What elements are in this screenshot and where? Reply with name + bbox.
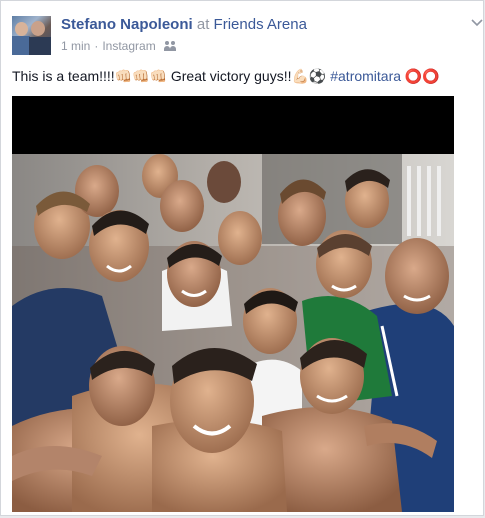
post-text-main: This is a team!!!!👊🏻👊🏻👊🏻 Great victory g… [12,68,331,84]
avatar-face-left [15,22,28,36]
timestamp-link[interactable]: 1 min [61,39,90,53]
team-selfie-photo [12,96,454,512]
post-text-end: ⭕⭕ [401,68,440,84]
author-name-link[interactable]: Stefano Napoleoni [61,16,193,33]
at-label: at [196,16,210,33]
people-icon[interactable] [163,41,176,51]
author-avatar[interactable] [12,16,51,55]
chevron-down-icon[interactable] [471,15,483,27]
post-photo[interactable] [12,96,454,512]
source-link[interactable]: Instagram [102,39,155,53]
post-header: Stefano Napoleoni at Friends Arena [61,16,307,33]
avatar-shirt-right [29,37,51,55]
avatar-face-right [31,21,45,36]
meta-separator: · [94,39,99,53]
post-text: This is a team!!!!👊🏻👊🏻👊🏻 Great victory g… [12,67,480,85]
post-meta: 1 min · Instagram [61,39,176,53]
post-card: Stefano Napoleoni at Friends Arena 1 min… [0,0,484,516]
avatar-shirt-left [12,36,30,55]
hashtag-link[interactable]: #atromitara [330,68,401,84]
place-link[interactable]: Friends Arena [214,16,307,33]
